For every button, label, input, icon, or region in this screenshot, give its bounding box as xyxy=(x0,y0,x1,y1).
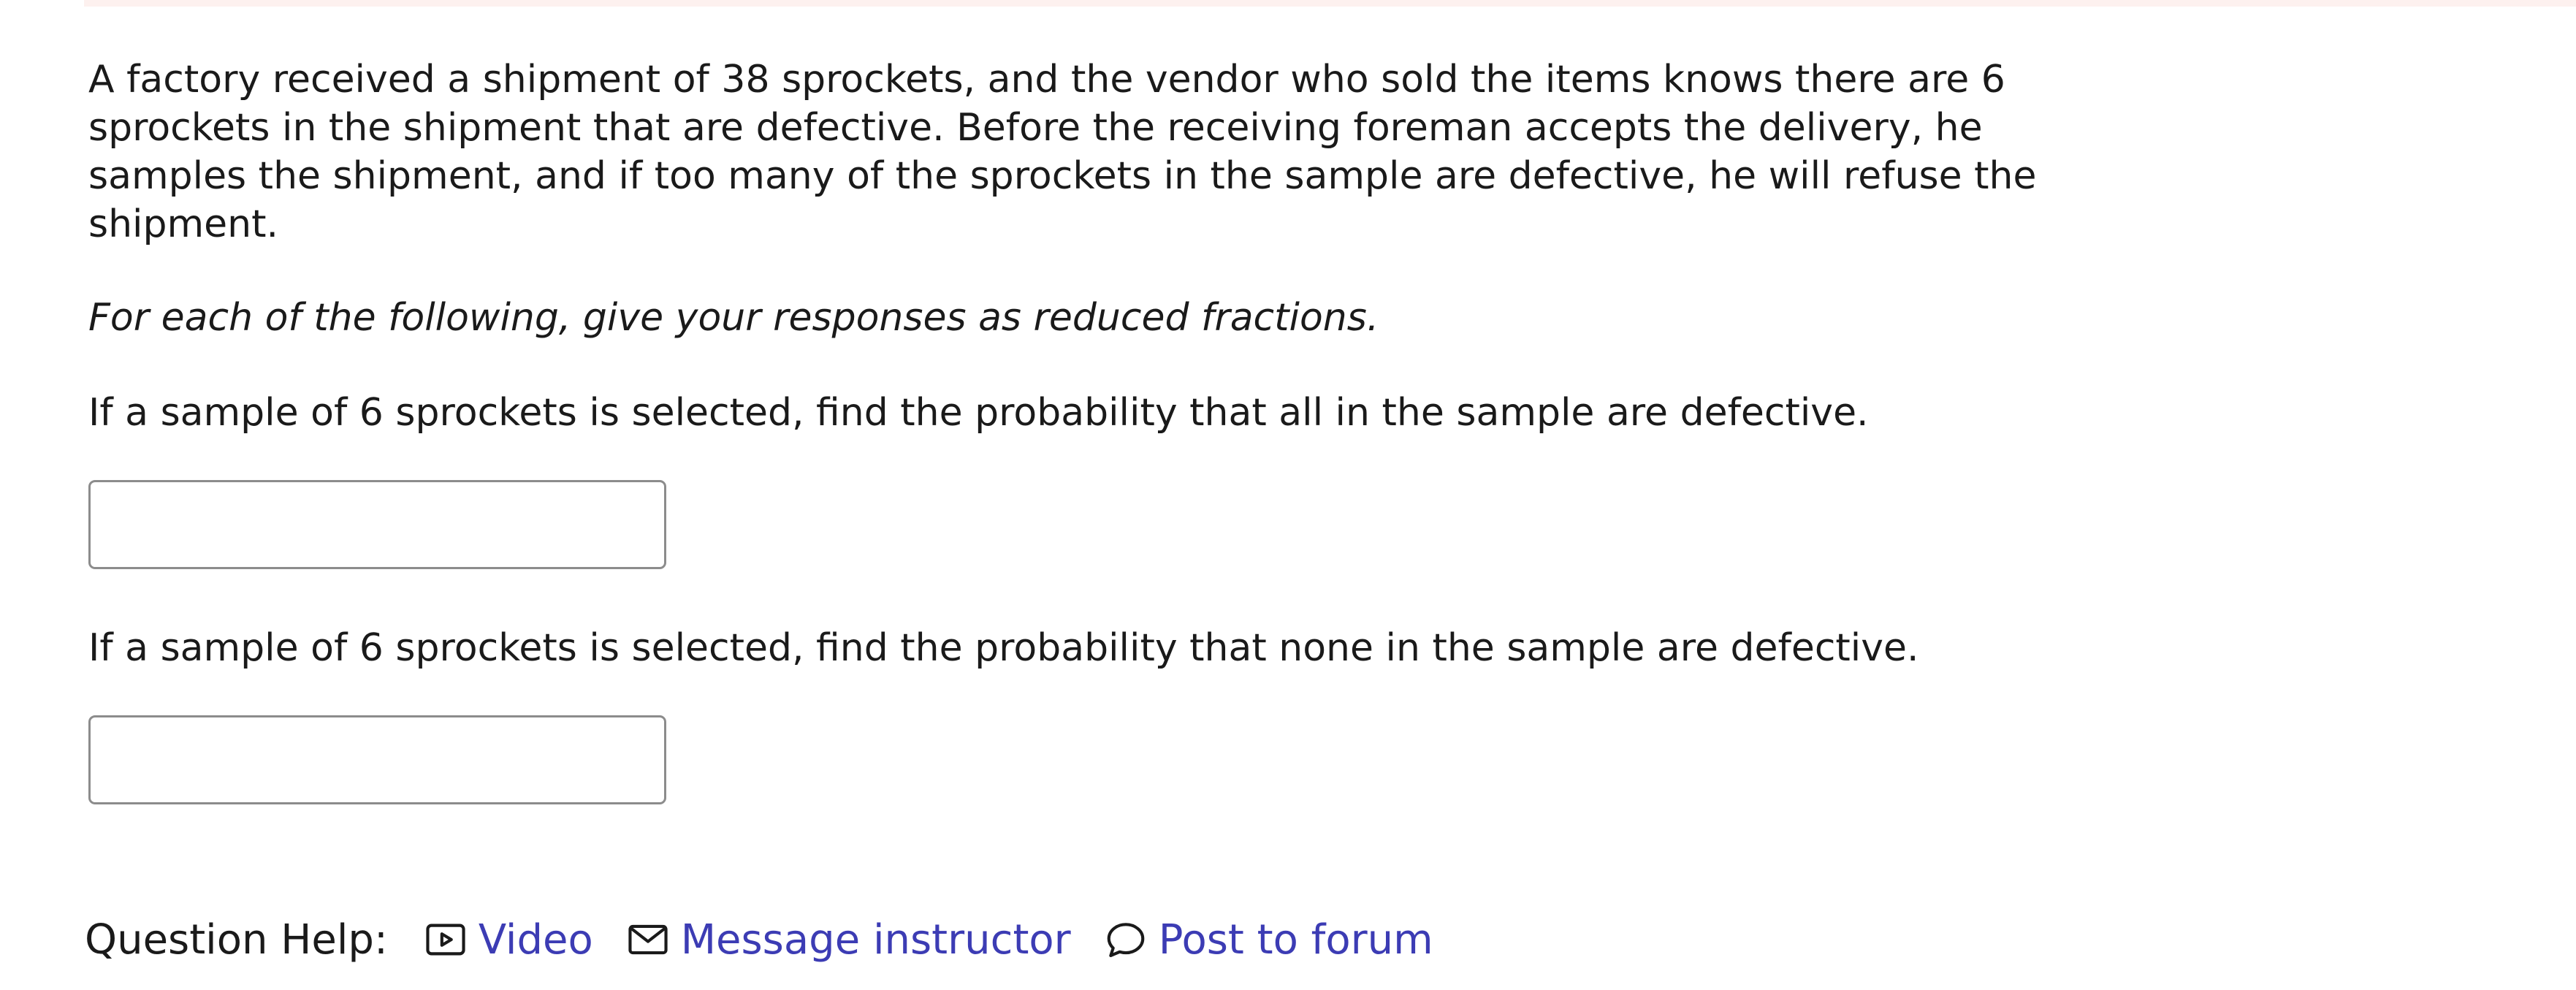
video-icon xyxy=(426,924,465,956)
video-link[interactable]: Video xyxy=(423,916,593,964)
part-1-answer-input[interactable] xyxy=(88,480,666,569)
part-1-prompt: If a sample of 6 sprockets is selected, … xyxy=(88,391,1869,435)
message-instructor-link[interactable]: Message instructor xyxy=(625,916,1071,964)
post-to-forum-link[interactable]: Post to forum xyxy=(1103,916,1433,964)
question-help-bar: Question Help: Video Message instructor … xyxy=(85,913,1466,966)
speech-bubble-icon xyxy=(1107,923,1145,958)
message-instructor-label: Message instructor xyxy=(680,915,1071,964)
video-link-label: Video xyxy=(478,915,593,964)
top-accent-strip xyxy=(84,0,2576,7)
envelope-icon xyxy=(628,924,668,955)
part-2-answer-input[interactable] xyxy=(88,715,666,804)
question-help-label: Question Help: xyxy=(85,915,388,964)
part-2-prompt: If a sample of 6 sprockets is selected, … xyxy=(88,626,1919,670)
question-content: A factory received a shipment of 38 spro… xyxy=(88,56,2207,804)
question-intro: A factory received a shipment of 38 spro… xyxy=(88,58,2037,246)
question-instruction: For each of the following, give your res… xyxy=(88,296,1379,340)
post-to-forum-label: Post to forum xyxy=(1158,915,1433,964)
